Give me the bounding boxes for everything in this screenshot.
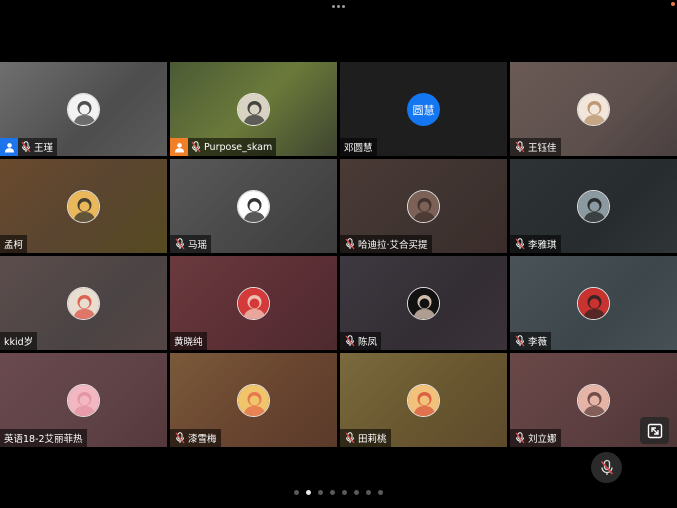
participant-name-label: 李薇 (510, 332, 552, 350)
participant-name: 黄晓纯 (174, 337, 203, 348)
mic-off-icon (514, 431, 526, 445)
page-indicator[interactable] (294, 490, 383, 495)
anime-boy-avatar (577, 93, 610, 126)
participant-name-label: 马瑶 (170, 235, 212, 253)
photo-pink-avatar (577, 384, 610, 417)
mic-toggle-button[interactable] (591, 452, 622, 483)
cartoon-girl-avatar (67, 93, 100, 126)
participant-name-label: Purpose_skam (170, 138, 277, 156)
mic-off-icon (514, 334, 526, 348)
participant-name-label: 黄晓纯 (170, 332, 207, 350)
participant-tile[interactable]: 李薇 (510, 256, 677, 350)
cartoon-food-avatar (237, 384, 270, 417)
host-icon (170, 138, 188, 156)
participant-name: 王瑾 (34, 143, 54, 154)
anime-darkhair-avatar (407, 287, 440, 320)
participant-name-label: 王钰佳 (510, 138, 561, 156)
participant-name-label: 漆雪梅 (170, 429, 221, 447)
participant-name: 英语18-2艾丽菲热 (4, 434, 83, 445)
mic-off-icon (344, 237, 356, 251)
participant-name: 马瑶 (188, 240, 208, 251)
page-dot[interactable] (330, 490, 335, 495)
photo-woman-avatar (407, 190, 440, 223)
page-dot[interactable] (306, 490, 311, 495)
participant-tile[interactable]: Purpose_skam (170, 62, 337, 156)
participant-tile[interactable]: 哈迪拉·艾合买提 (340, 159, 507, 253)
participant-tile[interactable]: 孟柯 (0, 159, 167, 253)
page-dot[interactable] (294, 490, 299, 495)
participant-tile[interactable]: 李雅琪 (510, 159, 677, 253)
page-dot[interactable] (342, 490, 347, 495)
page-dot[interactable] (318, 490, 323, 495)
participant-name: 哈迪拉·艾合买提 (358, 240, 428, 251)
participant-name: 邓圆慧 (344, 143, 373, 154)
mic-off-icon (20, 140, 32, 154)
participant-name: 陈凤 (358, 337, 378, 348)
page-dot[interactable] (366, 490, 371, 495)
participant-name-label: kkid岁 (0, 332, 38, 350)
participant-tile[interactable]: 王瑾 (0, 62, 167, 156)
page-dot[interactable] (378, 490, 383, 495)
mic-off-icon (174, 237, 186, 251)
mic-off-icon (174, 431, 186, 445)
participant-name: 孟柯 (4, 240, 24, 251)
participant-tile[interactable]: kkid岁 (0, 256, 167, 350)
mic-off-icon (514, 237, 526, 251)
participant-name-label: 哈迪拉·艾合买提 (340, 235, 432, 253)
chibi-maruko-avatar (67, 190, 100, 223)
participant-name-label: 英语18-2艾丽菲热 (0, 429, 87, 447)
participant-tile[interactable]: 黄晓纯 (170, 256, 337, 350)
expand-icon (647, 423, 662, 438)
participant-name: 李薇 (528, 337, 548, 348)
photo-girl-dark-avatar (577, 190, 610, 223)
cartoon-pig-avatar (67, 384, 100, 417)
mic-off-icon (344, 431, 356, 445)
participant-tile[interactable]: 英语18-2艾丽菲热 (0, 353, 167, 447)
participant-name-label: 邓圆慧 (340, 138, 377, 156)
participant-name: kkid岁 (4, 337, 34, 348)
window-menu-dots[interactable] (332, 5, 346, 11)
participant-tile[interactable]: 田莉桃 (340, 353, 507, 447)
participant-name-label: 陈凤 (340, 332, 382, 350)
silhouette-avatar (237, 190, 270, 223)
participant-grid: 王瑾 Purpose_skam圆慧邓圆慧 王钰佳 孟柯 马瑶 哈迪拉·艾合买 (0, 62, 677, 447)
participant-name: 漆雪梅 (188, 434, 217, 445)
participant-name-label: 孟柯 (0, 235, 28, 253)
participant-tile[interactable]: 圆慧邓圆慧 (340, 62, 507, 156)
participant-tile[interactable]: 陈凤 (340, 256, 507, 350)
host-icon (0, 138, 18, 156)
mic-off-icon (344, 334, 356, 348)
participant-name: 田莉桃 (358, 434, 387, 445)
cartoon-animal-avatar (67, 287, 100, 320)
participant-name-label: 刘立娜 (510, 429, 561, 447)
participant-name-label: 王瑾 (0, 138, 58, 156)
page-dot[interactable] (354, 490, 359, 495)
mic-off-icon (600, 459, 613, 475)
cartoon-character-avatar (407, 384, 440, 417)
photo-girl-avatar (237, 93, 270, 126)
participant-tile[interactable]: 马瑶 (170, 159, 337, 253)
anime-redhair-avatar (237, 287, 270, 320)
mic-off-icon (190, 140, 202, 154)
participant-tile[interactable]: 王钰佳 (510, 62, 677, 156)
anime-witch-avatar (577, 287, 610, 320)
participant-name: 刘立娜 (528, 434, 557, 445)
expand-button[interactable] (640, 417, 669, 444)
participant-name: 李雅琪 (528, 240, 557, 251)
participant-name-label: 李雅琪 (510, 235, 561, 253)
participant-name: 王钰佳 (528, 143, 557, 154)
participant-name-label: 田莉桃 (340, 429, 391, 447)
status-indicator (671, 2, 675, 6)
mic-off-icon (514, 140, 526, 154)
avatar: 圆慧 (407, 93, 440, 126)
participant-name: Purpose_skam (204, 141, 273, 153)
participant-tile[interactable]: 漆雪梅 (170, 353, 337, 447)
